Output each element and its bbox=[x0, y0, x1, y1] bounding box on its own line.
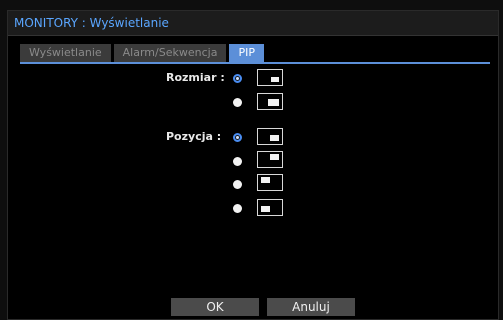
position-top-right-radio[interactable] bbox=[233, 157, 242, 166]
tab-bar: Wyświetlanie Alarm/Sekwencja PIP bbox=[20, 44, 267, 62]
pip-size-small-icon bbox=[257, 69, 283, 86]
size-label: Rozmiar : bbox=[166, 71, 225, 84]
cancel-button[interactable]: Anuluj bbox=[267, 298, 355, 316]
window-title: MONITORY : Wyświetlanie bbox=[8, 11, 498, 36]
size-large-radio[interactable] bbox=[233, 98, 242, 107]
position-label: Pozycja : bbox=[166, 130, 222, 143]
tab-alarm-sekwencja[interactable]: Alarm/Sekwencja bbox=[113, 44, 227, 62]
position-top-left-radio[interactable] bbox=[233, 180, 242, 189]
position-bottom-right-radio[interactable] bbox=[233, 133, 242, 142]
pip-position-top-right-icon bbox=[257, 151, 283, 168]
ok-button[interactable]: OK bbox=[171, 298, 259, 316]
position-bottom-left-radio[interactable] bbox=[233, 204, 242, 213]
pip-position-top-left-icon bbox=[257, 174, 283, 191]
monitor-display-window: MONITORY : Wyświetlanie Wyświetlanie Ala… bbox=[7, 10, 499, 320]
pip-position-bottom-right-icon bbox=[257, 128, 283, 145]
tab-pip[interactable]: PIP bbox=[229, 44, 264, 62]
tab-wyswietlanie[interactable]: Wyświetlanie bbox=[20, 44, 111, 62]
pip-size-large-icon bbox=[257, 93, 283, 110]
tab-underline bbox=[20, 62, 490, 64]
size-small-radio[interactable] bbox=[233, 74, 242, 83]
pip-position-bottom-left-icon bbox=[257, 199, 283, 216]
